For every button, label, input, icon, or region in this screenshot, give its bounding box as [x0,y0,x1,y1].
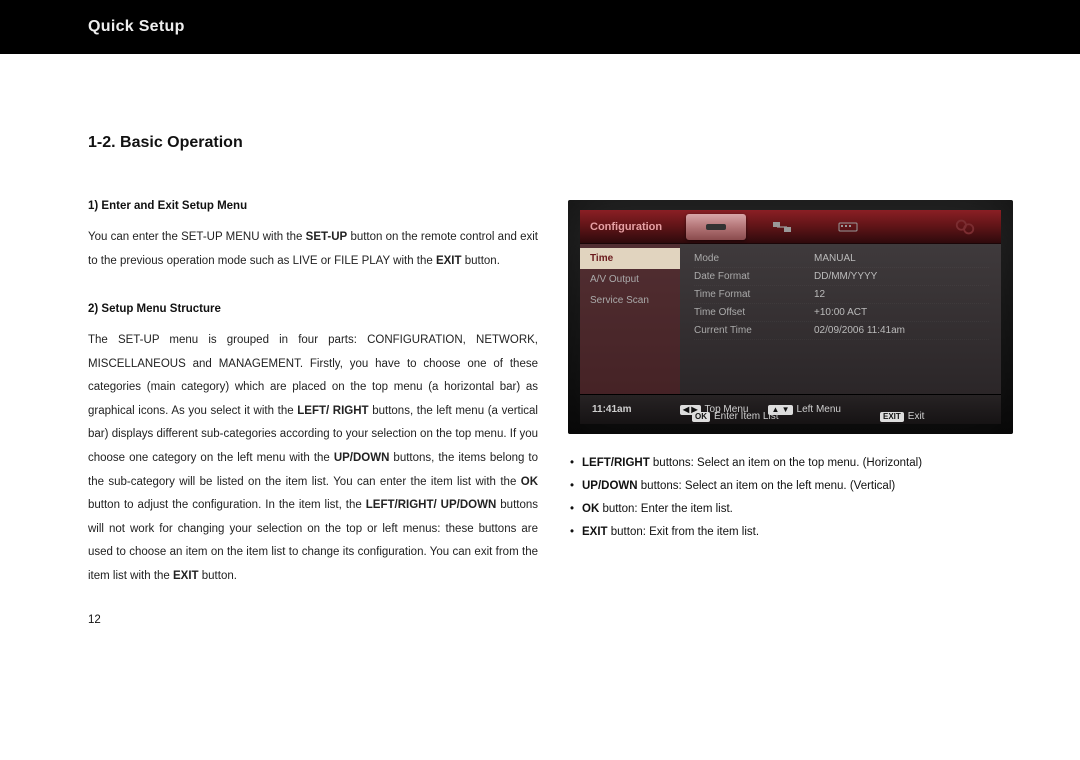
row-mode: ModeMANUAL [694,250,989,268]
left-menu-scan: Service Scan [580,290,680,311]
val: +10:00 ACT [814,307,867,318]
row-offset: Time Offset+10:00 ACT [694,304,989,322]
tv-screenshot: Configuration Time A/V Output Service Sc… [568,200,1013,434]
bold: EXIT [582,526,608,538]
bold: LEFT/RIGHT [582,457,650,469]
val: 02/09/2006 11:41am [814,325,905,336]
tv-bottom-bar: 11:41am ◀ ▶Top Menu ▲ ▼Left Menu [580,394,1001,424]
sub2-block: 2) Setup Menu Structure The SET-UP menu … [88,303,538,588]
page-number: 12 [88,614,538,626]
tv-clock: 11:41am [580,404,680,415]
hint-label: Left Menu [797,404,841,415]
text: button to adjust the configuration. In t… [88,499,366,511]
text: buttons will not work for changing your … [88,499,538,582]
text: button. [462,255,500,267]
sub1-heading: 1) Enter and Exit Setup Menu [88,200,538,212]
exit-key-icon: EXIT [880,412,904,422]
sub1-paragraph: You can enter the SET-UP MENU with the S… [88,226,538,273]
text: button: Enter the item list. [599,503,733,515]
row-timeformat: Time Format12 [694,286,989,304]
bullet-exit: EXIT button: Exit from the item list. [568,521,1013,544]
right-bullet-list: LEFT/RIGHT buttons: Select an item on th… [568,452,1013,544]
gear-icon [935,214,995,240]
config-label: Configuration [590,221,680,233]
ok-key-icon: OK [692,412,710,422]
network-icon [752,214,812,240]
row-current: Current Time02/09/2006 11:41am [694,322,989,340]
bold: LEFT/RIGHT/ UP/DOWN [366,499,497,511]
page-header: Quick Setup [0,0,1080,54]
stb-icon [686,214,746,240]
section-title: 1-2. Basic Operation [88,134,1020,152]
tv-main-panel: ModeMANUAL Date FormatDD/MM/YYYY Time Fo… [680,244,1001,394]
text: buttons: Select an item on the left menu… [638,480,896,492]
bullet-lr: LEFT/RIGHT buttons: Select an item on th… [568,452,1013,475]
hint-label: Exit [908,411,925,422]
tv-inner: Configuration Time A/V Output Service Sc… [580,210,1001,424]
hint-label: Enter Item List [714,411,778,422]
tv-left-menu: Time A/V Output Service Scan [580,244,680,394]
keyboard-icon [818,214,878,240]
left-menu-time: Time [580,248,680,269]
sub2-heading: 2) Setup Menu Structure [88,303,538,315]
val: 12 [814,289,825,300]
text: buttons: Select an item on the top menu.… [650,457,922,469]
text: You can enter the SET-UP MENU with the [88,231,306,243]
key: Time Format [694,289,814,300]
bold: UP/DOWN [334,452,390,464]
bold: UP/DOWN [582,480,638,492]
bullet-ok: OK button: Enter the item list. [568,498,1013,521]
bold: OK [582,503,599,515]
text: button. [199,570,237,582]
hint-exit: EXIT Exit [880,411,924,422]
row-dateformat: Date FormatDD/MM/YYYY [694,268,989,286]
bold-setup: SET-UP [306,231,348,243]
key: Mode [694,253,814,264]
hint-left: ▲ ▼Left Menu [768,404,841,415]
key: Date Format [694,271,814,282]
left-column: 1) Enter and Exit Setup Menu You can ent… [88,200,538,626]
text: button: Exit from the item list. [608,526,759,538]
page-body: 1-2. Basic Operation 1) Enter and Exit S… [0,54,1080,626]
tv-body: Time A/V Output Service Scan ModeMANUAL … [580,244,1001,394]
hint-enter: OK Enter Item List [692,411,778,422]
sub2-paragraph: The SET-UP menu is grouped in four parts… [88,329,538,588]
key: Current Time [694,325,814,336]
bold: OK [521,476,538,488]
tv-top-bar: Configuration [580,210,1001,244]
left-menu-av: A/V Output [580,269,680,290]
header-title: Quick Setup [88,18,185,35]
val: DD/MM/YYYY [814,271,877,282]
val: MANUAL [814,253,856,264]
right-column: Configuration Time A/V Output Service Sc… [568,200,1013,626]
bold: EXIT [173,570,199,582]
bold-exit: EXIT [436,255,462,267]
bold: LEFT/ RIGHT [297,405,368,417]
two-column-layout: 1) Enter and Exit Setup Menu You can ent… [88,200,1020,626]
key: Time Offset [694,307,814,318]
bullet-ud: UP/DOWN buttons: Select an item on the l… [568,475,1013,498]
